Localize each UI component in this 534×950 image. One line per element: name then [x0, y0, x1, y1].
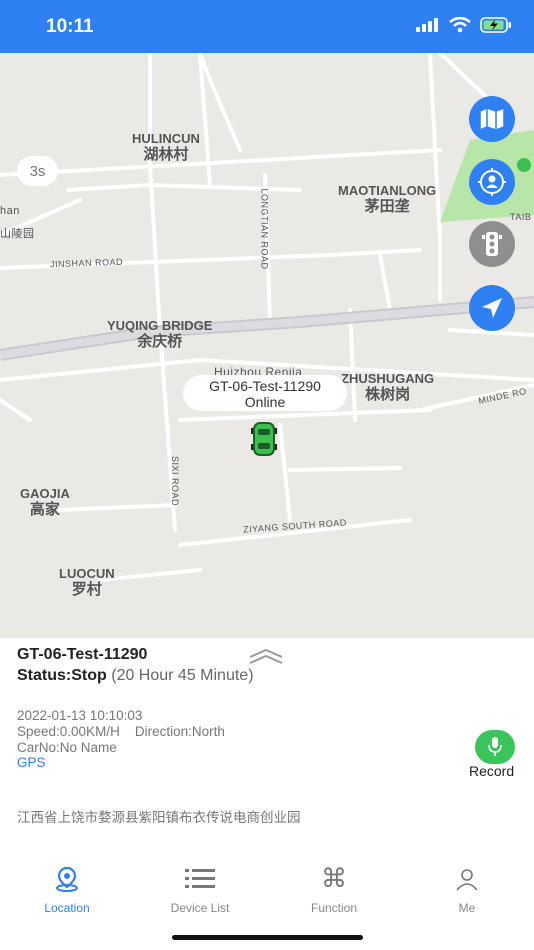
command-icon: ⌘	[321, 864, 347, 894]
device-address: 江西省上饶市婺源县紫阳镇布衣传说电商创业园	[17, 810, 301, 825]
map-view[interactable]: 3s HULINCUN 湖林村 MAOTIANLONG 茅田垄 YUQING BRI…	[0, 53, 534, 638]
place-label: 山陵园	[0, 228, 35, 240]
device-speed-direction: Speed:0.00KM/H Direction:North	[17, 724, 225, 739]
navigate-button[interactable]	[469, 285, 515, 331]
traffic-button[interactable]	[469, 221, 515, 267]
place-label: LUOCUN 罗村	[59, 566, 115, 598]
home-indicator	[172, 935, 363, 940]
status-icons	[416, 17, 512, 33]
device-status: Status:Stop (20 Hour 45 Minute)	[17, 667, 254, 685]
marker-device-state: Online	[244, 394, 286, 410]
refresh-interval-badge[interactable]: 3s	[17, 156, 58, 186]
device-name: GT-06-Test-11290	[17, 646, 148, 663]
status-time: 10:11	[46, 16, 94, 37]
device-car-no: CarNo:No Name	[17, 740, 117, 755]
road-label: LONGTIAN ROAD	[259, 188, 270, 270]
map-roads	[0, 53, 534, 582]
device-marker-bubble[interactable]: GT-06-Test-11290 Online	[183, 375, 347, 411]
record-label[interactable]: Record	[469, 763, 514, 779]
place-label: ZHUSHUGANG 株树岗	[341, 371, 435, 403]
user-icon	[456, 869, 478, 891]
place-label: HULINCUN 湖林村	[132, 131, 200, 163]
road-label: JINSHAN ROAD	[49, 256, 124, 270]
expand-chevron-icon[interactable]	[248, 648, 284, 664]
car-marker-icon[interactable]	[251, 422, 277, 456]
list-icon	[185, 869, 215, 888]
road-label: SIXI ROAD	[170, 455, 181, 507]
status-bar: 10:11	[0, 0, 534, 53]
cellular-signal-icon	[416, 18, 438, 32]
tab-device-list[interactable]: Device List	[150, 865, 250, 915]
wifi-icon	[449, 17, 471, 33]
map-layer-button[interactable]	[469, 96, 515, 142]
place-label: MAOTIANLONG 茅田垄	[338, 183, 437, 215]
road-label: TAIB	[510, 212, 532, 222]
record-button[interactable]	[475, 730, 515, 764]
place-label: han	[0, 205, 20, 217]
my-location-button[interactable]	[469, 159, 515, 205]
map-icon	[479, 107, 505, 131]
location-pin-icon	[56, 866, 78, 892]
battery-charging-icon	[480, 17, 511, 33]
device-timestamp: 2022-01-13 10:10:03	[17, 708, 143, 723]
status-duration: (20 Hour 45 Minute)	[111, 667, 254, 684]
microphone-icon	[488, 737, 502, 756]
place-label: GAOJIA 高家	[20, 486, 70, 518]
traffic-light-icon	[482, 232, 502, 256]
status-label: Status:Stop	[17, 667, 107, 684]
person-locate-icon	[478, 168, 506, 196]
device-info-panel: GT-06-Test-11290 Status:Stop (20 Hour 45…	[0, 638, 534, 853]
tab-function[interactable]: ⌘ Function	[284, 864, 384, 915]
marker-device-name: GT-06-Test-11290	[209, 378, 321, 394]
tab-me[interactable]: Me	[417, 865, 517, 915]
tab-location[interactable]: Location	[17, 865, 117, 915]
place-label: YUQING BRIDGE 余庆桥	[107, 318, 213, 350]
location-source: GPS	[17, 755, 46, 770]
navigation-arrow-icon	[482, 298, 502, 318]
